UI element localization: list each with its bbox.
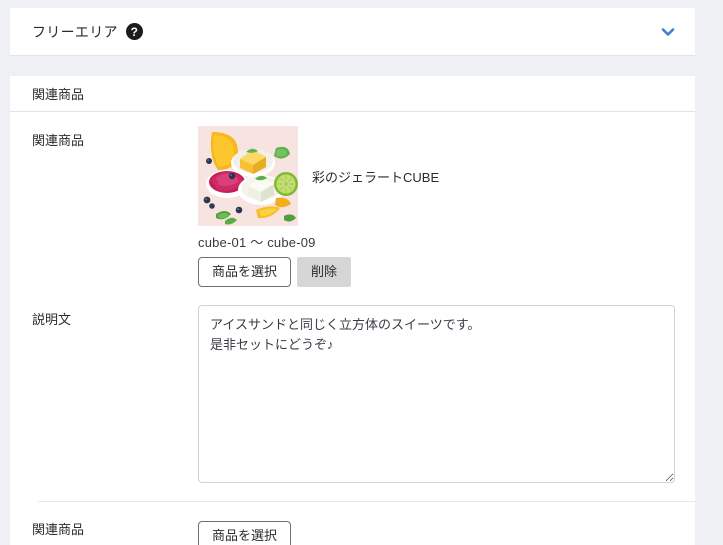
product-thumbnail[interactable] xyxy=(198,126,298,226)
card-header-title: 関連商品 xyxy=(32,87,85,102)
free-area-title: フリーエリア xyxy=(32,23,118,40)
related-product-field: 彩のジェラートCUBE cube-01 〜 cube-09 商品を選択 削除 xyxy=(198,126,695,287)
description-label: 説明文 xyxy=(32,312,72,327)
page-root: フリーエリア ? 関連商品 関連商品 彩のジェラートCUBE cube-01 〜… xyxy=(0,0,723,545)
description-field xyxy=(198,305,695,483)
delete-product-button[interactable]: 削除 xyxy=(297,257,352,287)
card-header: 関連商品 xyxy=(10,76,695,112)
related-product-field-2: 商品を選択 xyxy=(198,515,695,545)
related-product-row-2: 関連商品 商品を選択 xyxy=(10,502,695,545)
related-products-card: 関連商品 関連商品 彩のジェラートCUBE cube-01 〜 cube-09 … xyxy=(10,76,695,545)
related-product-label-2: 関連商品 xyxy=(32,522,85,537)
product-action-buttons-2: 商品を選択 xyxy=(198,521,695,545)
select-product-button[interactable]: 商品を選択 xyxy=(198,257,292,287)
free-area-panel-header[interactable]: フリーエリア ? xyxy=(10,8,695,56)
question-mark-circle-icon[interactable]: ? xyxy=(125,23,143,40)
chevron-down-icon[interactable] xyxy=(659,23,677,41)
product-code-range: cube-01 〜 cube-09 xyxy=(198,235,316,250)
related-product-row: 関連商品 彩のジェラートCUBE cube-01 〜 cube-09 商品を選択… xyxy=(10,112,695,287)
description-textarea[interactable] xyxy=(198,305,675,483)
description-row: 説明文 xyxy=(10,287,695,483)
product-line: 彩のジェラートCUBE xyxy=(198,126,695,226)
product-name: 彩のジェラートCUBE xyxy=(312,169,440,185)
related-product-label: 関連商品 xyxy=(32,133,85,148)
product-action-buttons: 商品を選択 削除 xyxy=(198,257,695,287)
select-product-button-2[interactable]: 商品を選択 xyxy=(198,521,292,545)
